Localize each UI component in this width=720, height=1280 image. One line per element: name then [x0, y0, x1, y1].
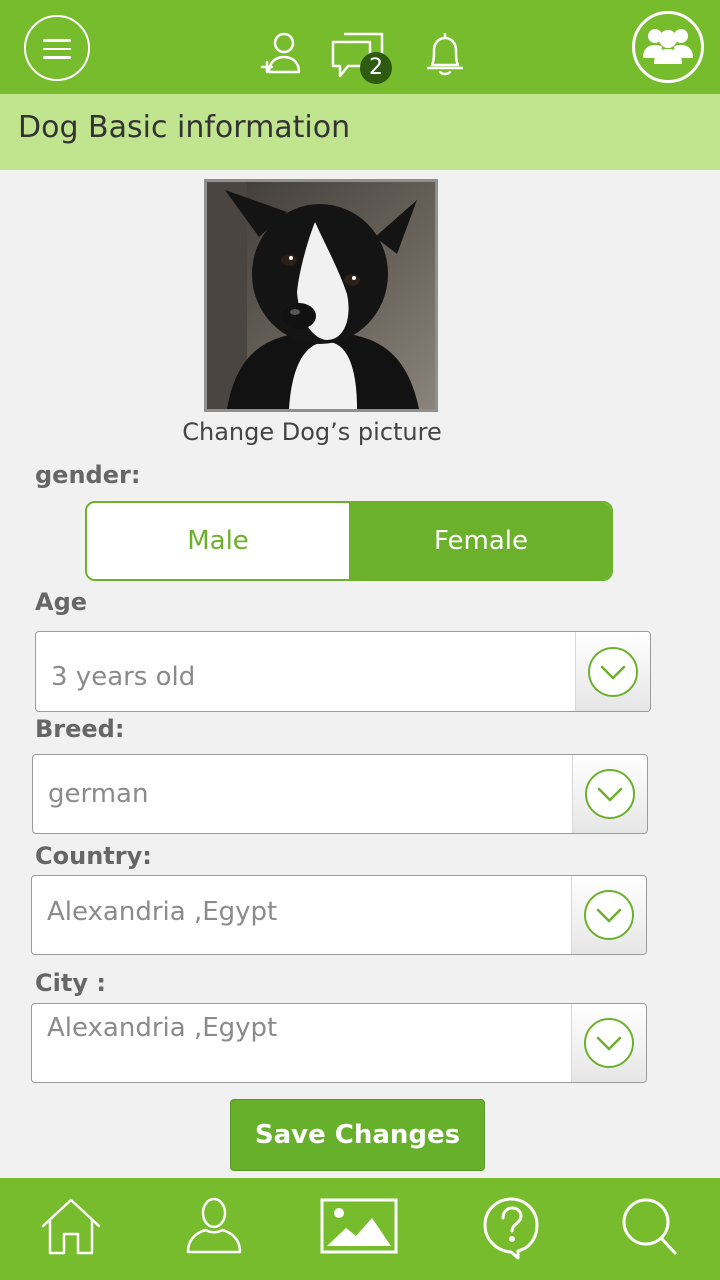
app-screen: 2 Dog Basic information Change Dog’s pic…: [0, 0, 720, 1280]
change-picture-link[interactable]: Change Dog’s picture: [0, 418, 624, 446]
breed-label: Breed:: [35, 715, 125, 743]
gender-label: gender:: [35, 461, 141, 489]
city-value: Alexandria ,Egypt: [47, 1013, 278, 1043]
bell-icon[interactable]: [422, 30, 468, 78]
page-title: Dog Basic information: [18, 110, 351, 145]
chevron-down-icon: [584, 890, 634, 940]
add-user-icon[interactable]: [258, 30, 304, 76]
bottom-nav-bar: [0, 1178, 720, 1280]
breed-dropdown-toggle[interactable]: [572, 755, 647, 833]
group-users-icon[interactable]: [632, 11, 704, 83]
country-dropdown-toggle[interactable]: [571, 876, 646, 954]
country-value: Alexandria ,Egypt: [47, 897, 278, 927]
page-title-bar: Dog Basic information: [0, 94, 720, 170]
breed-dropdown[interactable]: german: [32, 754, 648, 834]
gallery-icon[interactable]: [320, 1198, 398, 1254]
city-dropdown[interactable]: Alexandria ,Egypt: [31, 1003, 647, 1083]
breed-value: german: [48, 779, 149, 809]
gender-toggle: Male Female: [85, 501, 613, 581]
home-icon[interactable]: [40, 1196, 102, 1256]
gender-female-option[interactable]: Female: [349, 503, 611, 579]
profile-icon[interactable]: [184, 1196, 244, 1256]
age-dropdown-toggle[interactable]: [575, 632, 650, 711]
age-value: 3 years old: [51, 662, 196, 692]
hamburger-menu-icon[interactable]: [24, 15, 90, 81]
age-label: Age: [35, 588, 88, 616]
city-label: City :: [35, 969, 106, 997]
top-bar: 2: [0, 0, 720, 94]
chevron-down-icon: [588, 646, 638, 697]
dog-photo[interactable]: [204, 179, 438, 412]
city-dropdown-toggle[interactable]: [571, 1004, 646, 1082]
chevron-down-icon: [585, 769, 635, 819]
chevron-down-icon: [584, 1018, 634, 1068]
country-label: Country:: [35, 842, 152, 870]
gender-male-option[interactable]: Male: [87, 503, 349, 579]
help-icon[interactable]: [482, 1196, 540, 1260]
save-changes-button[interactable]: Save Changes: [230, 1099, 485, 1171]
country-dropdown[interactable]: Alexandria ,Egypt: [31, 875, 647, 955]
search-icon[interactable]: [620, 1196, 680, 1258]
age-dropdown[interactable]: 3 years old: [35, 631, 651, 712]
messages-count-badge: 2: [360, 52, 392, 84]
